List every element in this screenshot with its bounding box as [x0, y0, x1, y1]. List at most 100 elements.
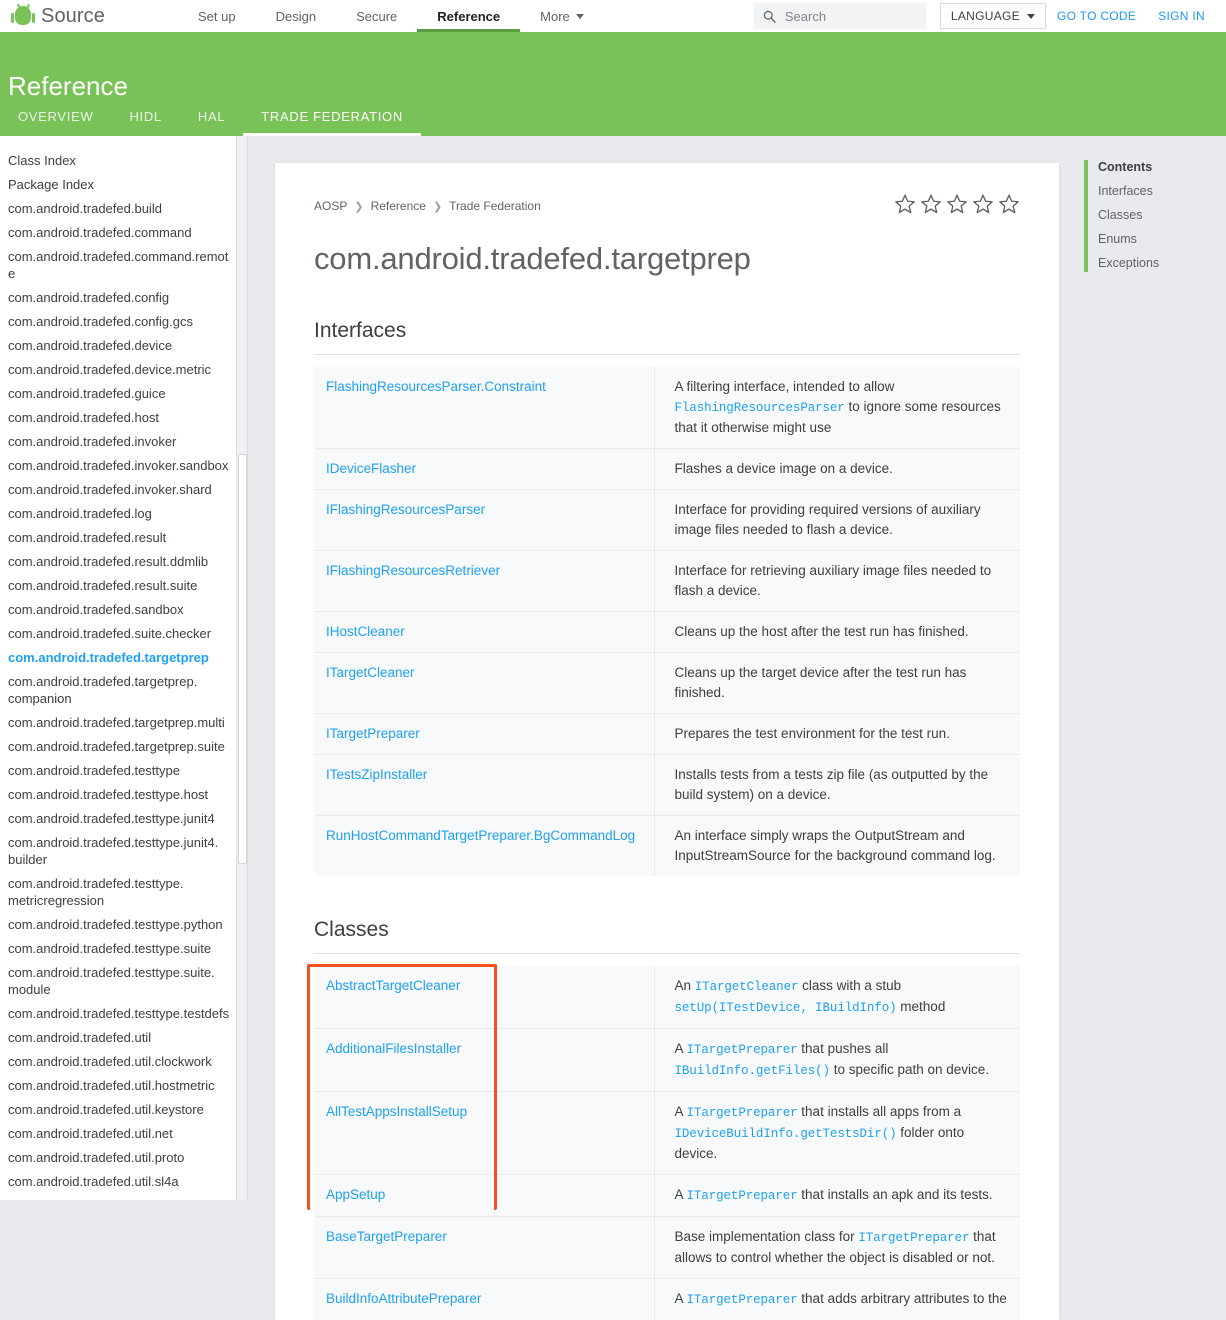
reference-link[interactable]: IFlashingResourcesRetriever — [326, 563, 500, 578]
sidebar-item-23[interactable]: com.android.tradefed.targetprep.suite — [0, 734, 247, 758]
sidebar-item-21[interactable]: com.android.tradefed.targetprep. compani… — [0, 669, 247, 710]
reference-link[interactable]: FlashingResourcesParser.Constraint — [326, 379, 546, 394]
breadcrumb-item-reference[interactable]: Reference — [371, 199, 426, 213]
sidebar-item-13[interactable]: com.android.tradefed.invoker.shard — [0, 477, 247, 501]
sidebar-item-27[interactable]: com.android.tradefed.testtype.junit4. bu… — [0, 830, 247, 871]
language-selector-button[interactable]: LANGUAGE — [940, 3, 1046, 29]
sidebar-item-39[interactable]: com.android.tradefed.util.sl4a — [0, 1169, 247, 1193]
sidebar-item-34[interactable]: com.android.tradefed.util.clockwork — [0, 1049, 247, 1073]
toc-item-exceptions[interactable]: Exceptions — [1098, 251, 1226, 275]
star-icon-2[interactable] — [920, 193, 942, 215]
sidebar-item-37[interactable]: com.android.tradefed.util.net — [0, 1121, 247, 1145]
inline-code-link[interactable]: ITargetPreparer — [687, 1293, 798, 1307]
reference-link[interactable]: ITargetPreparer — [326, 726, 420, 741]
go-to-code-link[interactable]: GO TO CODE — [1046, 9, 1147, 23]
inline-code-link[interactable]: ITargetPreparer — [687, 1043, 798, 1057]
reference-link[interactable]: RunHostCommandTargetPreparer.BgCommandLo… — [326, 828, 635, 843]
sidebar-item-20[interactable]: com.android.tradefed.targetprep — [0, 645, 247, 669]
reference-link[interactable]: IFlashingResourcesParser — [326, 502, 485, 517]
sidebar-item-30[interactable]: com.android.tradefed.testtype.suite — [0, 936, 247, 960]
star-icon-1[interactable] — [894, 193, 916, 215]
sidebar-item-7[interactable]: com.android.tradefed.device — [0, 333, 247, 357]
reference-link[interactable]: ITargetCleaner — [326, 665, 415, 680]
sign-in-link[interactable]: SIGN IN — [1147, 9, 1216, 23]
sidebar-item-6[interactable]: com.android.tradefed.config.gcs — [0, 309, 247, 333]
reference-link[interactable]: IDeviceFlasher — [326, 461, 416, 476]
sidebar-item-4[interactable]: com.android.tradefed.command.remote — [0, 244, 247, 285]
toc-item-enums[interactable]: Enums — [1098, 227, 1226, 251]
language-selector-label: LANGUAGE — [951, 9, 1020, 23]
sidebar-item-36[interactable]: com.android.tradefed.util.keystore — [0, 1097, 247, 1121]
sidebar-item-38[interactable]: com.android.tradefed.util.proto — [0, 1145, 247, 1169]
inline-code-link[interactable]: ITargetCleaner — [695, 980, 799, 994]
toc-item-interfaces[interactable]: Interfaces — [1098, 179, 1226, 203]
reference-link[interactable]: BuildInfoAttributePreparer — [326, 1291, 481, 1306]
sidebar-item-22[interactable]: com.android.tradefed.targetprep.multi — [0, 710, 247, 734]
sidebar-item-17[interactable]: com.android.tradefed.result.suite — [0, 573, 247, 597]
sidebar-item-2[interactable]: com.android.tradefed.build — [0, 196, 247, 220]
inline-code-link[interactable]: IBuildInfo.getFiles() — [675, 1064, 830, 1078]
nav-link-design[interactable]: Design — [256, 0, 336, 32]
inline-code-link[interactable]: FlashingResourcesParser — [675, 401, 845, 415]
sidebar-item-12[interactable]: com.android.tradefed.invoker.sandbox — [0, 453, 247, 477]
sidebar-item-25[interactable]: com.android.tradefed.testtype.host — [0, 782, 247, 806]
sidebar-item-10[interactable]: com.android.tradefed.host — [0, 405, 247, 429]
nav-link-reference[interactable]: Reference — [417, 0, 520, 32]
sidebar-item-14[interactable]: com.android.tradefed.log — [0, 501, 247, 525]
table-cell-name: IHostCleaner — [314, 612, 654, 653]
tab-overview[interactable]: OVERVIEW — [0, 109, 111, 136]
sidebar-item-5[interactable]: com.android.tradefed.config — [0, 285, 247, 309]
reference-link[interactable]: AllTestAppsInstallSetup — [326, 1104, 467, 1119]
sidebar-item-40[interactable]: com.android.tradefed.util.xml — [0, 1193, 247, 1200]
sidebar-item-8[interactable]: com.android.tradefed.device.metric — [0, 357, 247, 381]
sidebar-item-0[interactable]: Class Index — [0, 148, 247, 172]
sidebar-item-33[interactable]: com.android.tradefed.util — [0, 1025, 247, 1049]
nav-link-label: More — [540, 9, 570, 24]
left-sidebar-navigation: Class IndexPackage Indexcom.android.trad… — [0, 136, 248, 1200]
reference-link[interactable]: AdditionalFilesInstaller — [326, 1041, 461, 1056]
nav-link-secure[interactable]: Secure — [336, 0, 417, 32]
sidebar-item-18[interactable]: com.android.tradefed.sandbox — [0, 597, 247, 621]
sidebar-item-35[interactable]: com.android.tradefed.util.hostmetric — [0, 1073, 247, 1097]
sidebar-item-26[interactable]: com.android.tradefed.testtype.junit4 — [0, 806, 247, 830]
breadcrumb-item-aosp[interactable]: AOSP — [314, 199, 347, 213]
sidebar-item-32[interactable]: com.android.tradefed.testtype.testdefs — [0, 1001, 247, 1025]
search-box[interactable] — [754, 3, 926, 29]
sidebar-item-15[interactable]: com.android.tradefed.result — [0, 525, 247, 549]
breadcrumb-item-trade-federation[interactable]: Trade Federation — [449, 199, 541, 213]
toc-item-list: ContentsInterfacesClassesEnumsExceptions — [1080, 155, 1226, 275]
inline-code-link[interactable]: ITargetPreparer — [687, 1189, 798, 1203]
sidebar-item-28[interactable]: com.android.tradefed.testtype. metricreg… — [0, 871, 247, 912]
inline-code-link[interactable]: ITargetPreparer — [687, 1106, 798, 1120]
sidebar-item-1[interactable]: Package Index — [0, 172, 247, 196]
star-icon-4[interactable] — [972, 193, 994, 215]
sidebar-item-9[interactable]: com.android.tradefed.guice — [0, 381, 247, 405]
reference-link[interactable]: AbstractTargetCleaner — [326, 978, 460, 993]
sidebar-item-31[interactable]: com.android.tradefed.testtype.suite. mod… — [0, 960, 247, 1001]
star-icon-3[interactable] — [946, 193, 968, 215]
brand-logo[interactable]: Source — [0, 5, 178, 28]
tab-hal[interactable]: HAL — [180, 109, 243, 136]
reference-link[interactable]: IHostCleaner — [326, 624, 405, 639]
tab-trade-federation[interactable]: TRADE FEDERATION — [243, 109, 421, 136]
sidebar-item-19[interactable]: com.android.tradefed.suite.checker — [0, 621, 247, 645]
inline-code-link[interactable]: setUp(ITestDevice, IBuildInfo) — [675, 1001, 897, 1015]
sidebar-item-3[interactable]: com.android.tradefed.command — [0, 220, 247, 244]
toc-item-classes[interactable]: Classes — [1098, 203, 1226, 227]
nav-link-set-up[interactable]: Set up — [178, 0, 256, 32]
star-rating-widget[interactable] — [894, 193, 1020, 215]
sidebar-scrollbar[interactable] — [236, 136, 247, 1200]
reference-link[interactable]: ITestsZipInstaller — [326, 767, 427, 782]
sidebar-item-11[interactable]: com.android.tradefed.invoker — [0, 429, 247, 453]
sidebar-scrollbar-thumb[interactable] — [238, 454, 247, 864]
search-input[interactable] — [783, 8, 913, 25]
sidebar-item-24[interactable]: com.android.tradefed.testtype — [0, 758, 247, 782]
nav-link-more[interactable]: More — [520, 0, 604, 32]
inline-code-link[interactable]: IDeviceBuildInfo.getTestsDir() — [675, 1127, 897, 1141]
sidebar-item-16[interactable]: com.android.tradefed.result.ddmlib — [0, 549, 247, 573]
star-icon-5[interactable] — [998, 193, 1020, 215]
tab-hidl[interactable]: HIDL — [111, 109, 179, 136]
inline-code-link[interactable]: ITargetPreparer — [858, 1231, 969, 1245]
reference-link[interactable]: BaseTargetPreparer — [326, 1229, 447, 1244]
sidebar-item-29[interactable]: com.android.tradefed.testtype.python — [0, 912, 247, 936]
